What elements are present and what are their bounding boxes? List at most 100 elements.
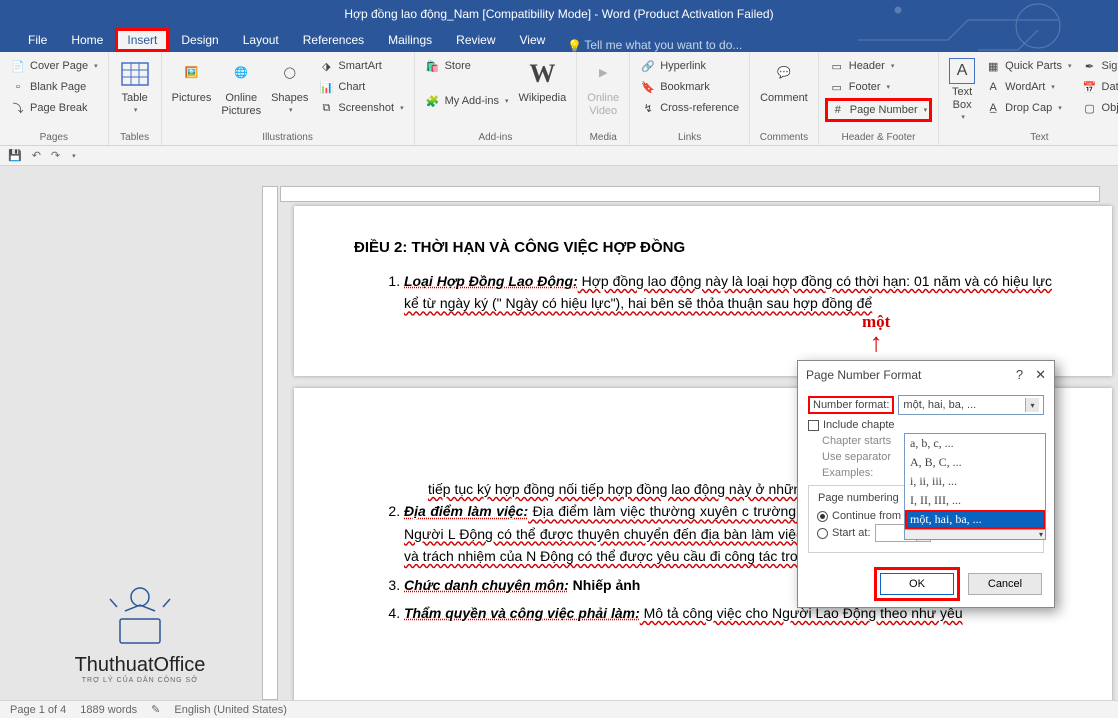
- textbox-icon: A: [949, 58, 975, 84]
- wordart-icon: A: [985, 79, 1001, 95]
- group-label-comments: Comments: [756, 130, 812, 145]
- format-option[interactable]: I, II, III, ...: [905, 491, 1045, 510]
- tab-view[interactable]: View: [508, 28, 558, 52]
- quick-parts-button[interactable]: ▦Quick Parts▾: [981, 56, 1075, 76]
- ribbon: 📄Cover Page▾ ▫Blank Page ⤵Page Break Pag…: [0, 52, 1118, 146]
- number-format-select[interactable]: một, hai, ba, ... ▾: [898, 395, 1044, 415]
- page-number-button[interactable]: #Page Number▾: [825, 98, 932, 122]
- comment-button[interactable]: 💬Comment: [756, 56, 812, 107]
- blank-page-icon: ▫: [10, 79, 26, 95]
- group-label-addins: Add-ins: [421, 130, 571, 145]
- wikipedia-button[interactable]: WWikipedia: [515, 56, 571, 107]
- include-chapter-checkbox[interactable]: [808, 420, 819, 431]
- table-icon: [119, 58, 151, 90]
- tab-insert[interactable]: Insert: [115, 28, 169, 52]
- tell-me-search[interactable]: 💡 Tell me what you want to do...: [567, 38, 742, 52]
- group-label-tables: Tables: [115, 130, 155, 145]
- tab-layout[interactable]: Layout: [231, 28, 291, 52]
- group-pages: 📄Cover Page▾ ▫Blank Page ⤵Page Break Pag…: [0, 52, 109, 145]
- bookmark-button[interactable]: 🔖Bookmark: [636, 77, 743, 97]
- smartart-button[interactable]: ⬗SmartArt: [314, 56, 407, 76]
- redo-icon[interactable]: ↷: [51, 149, 60, 162]
- cover-page-button[interactable]: 📄Cover Page▾: [6, 56, 102, 76]
- table-button[interactable]: Table▾: [115, 56, 155, 118]
- shapes-button[interactable]: ◯Shapes▾: [267, 56, 312, 118]
- page-number-format-dialog: Page Number Format ? ✕ Number format: mộ…: [797, 360, 1055, 608]
- status-bar: Page 1 of 4 1889 words ✎ English (United…: [0, 700, 1118, 718]
- tab-home[interactable]: Home: [59, 28, 115, 52]
- online-pictures-button[interactable]: 🌐Online Pictures: [217, 56, 265, 120]
- wordart-button[interactable]: AWordArt▾: [981, 77, 1075, 97]
- tab-mailings[interactable]: Mailings: [376, 28, 444, 52]
- online-pictures-icon: 🌐: [225, 58, 257, 90]
- group-media: ▶Online Video Media: [577, 52, 630, 145]
- object-button[interactable]: ▢Obje: [1078, 98, 1118, 118]
- text-box-button[interactable]: AText Box▾: [945, 56, 979, 125]
- group-header-footer: ▭Header▾ ▭Footer▾ #Page Number▾ Header &…: [819, 52, 939, 145]
- addins-icon: 🧩: [425, 93, 441, 109]
- page-break-button[interactable]: ⤵Page Break: [6, 98, 102, 118]
- date-time-button[interactable]: 📅Date: [1078, 77, 1118, 97]
- blank-page-button[interactable]: ▫Blank Page: [6, 77, 102, 97]
- cancel-button[interactable]: Cancel: [968, 573, 1042, 595]
- radio-icon: [817, 511, 828, 522]
- footer-button[interactable]: ▭Footer▾: [825, 77, 932, 97]
- chart-button[interactable]: 📊Chart: [314, 77, 407, 97]
- drop-cap-button[interactable]: A̲Drop Cap▾: [981, 98, 1075, 118]
- dialog-title-bar[interactable]: Page Number Format ? ✕: [798, 361, 1054, 389]
- tab-file[interactable]: File: [16, 28, 59, 52]
- group-label-illustrations: Illustrations: [168, 130, 408, 145]
- chevron-down-icon[interactable]: ▾: [1025, 398, 1039, 412]
- cross-reference-button[interactable]: ↯Cross-reference: [636, 98, 743, 118]
- chevron-down-icon[interactable]: ▾: [905, 529, 1045, 539]
- chart-icon: 📊: [318, 79, 334, 95]
- group-label-links: Links: [636, 130, 743, 145]
- help-icon[interactable]: ?: [1016, 367, 1023, 383]
- store-button[interactable]: 🛍️Store: [421, 56, 513, 76]
- group-illustrations: 🖼️Pictures 🌐Online Pictures ◯Shapes▾ ⬗Sm…: [162, 52, 415, 145]
- group-label-text: Text: [945, 130, 1118, 145]
- document-page-1[interactable]: ĐIỀU 2: THỜI HẠN VÀ CÔNG VIỆC HỢP ĐỒNG L…: [294, 206, 1112, 376]
- group-comments: 💬Comment Comments: [750, 52, 819, 145]
- qa-more-icon[interactable]: ▾: [72, 152, 76, 160]
- comment-icon: 💬: [768, 58, 800, 90]
- my-addins-button[interactable]: 🧩My Add-ins▾: [421, 91, 513, 111]
- save-icon[interactable]: 💾: [8, 149, 22, 162]
- tab-review[interactable]: Review: [444, 28, 507, 52]
- dropcap-icon: A̲: [985, 100, 1001, 116]
- status-page[interactable]: Page 1 of 4: [10, 704, 66, 716]
- signature-icon: ✒: [1082, 58, 1098, 74]
- hyperlink-button[interactable]: 🔗Hyperlink: [636, 56, 743, 76]
- undo-icon[interactable]: ↶: [32, 149, 41, 162]
- smartart-icon: ⬗: [318, 58, 334, 74]
- vertical-ruler[interactable]: [262, 186, 278, 700]
- format-option[interactable]: A, B, C, ...: [905, 453, 1045, 472]
- status-language[interactable]: English (United States): [174, 704, 287, 716]
- horizontal-ruler[interactable]: [280, 186, 1100, 202]
- close-icon[interactable]: ✕: [1035, 367, 1046, 383]
- tab-references[interactable]: References: [291, 28, 376, 52]
- datetime-icon: 📅: [1082, 79, 1098, 95]
- screenshot-button[interactable]: ⧉Screenshot▾: [314, 98, 407, 118]
- screenshot-icon: ⧉: [318, 100, 334, 116]
- wikipedia-icon: W: [526, 58, 558, 90]
- tell-me-label: Tell me what you want to do...: [584, 38, 742, 52]
- ok-button[interactable]: OK: [880, 573, 954, 595]
- hyperlink-icon: 🔗: [640, 58, 656, 74]
- signature-line-button[interactable]: ✒Signa: [1078, 56, 1118, 76]
- header-button[interactable]: ▭Header▾: [825, 56, 932, 76]
- dialog-title: Page Number Format: [806, 368, 921, 382]
- status-words[interactable]: 1889 words: [80, 704, 137, 716]
- page-number-icon: #: [830, 102, 846, 118]
- object-icon: ▢: [1082, 100, 1098, 116]
- format-option[interactable]: i, ii, iii, ...: [905, 472, 1045, 491]
- tab-design[interactable]: Design: [169, 28, 230, 52]
- format-option[interactable]: a, b, c, ...: [905, 434, 1045, 453]
- crossref-icon: ↯: [640, 100, 656, 116]
- bookmark-icon: 🔖: [640, 79, 656, 95]
- ribbon-tabs: File Home Insert Design Layout Reference…: [0, 28, 1118, 52]
- format-option-selected[interactable]: một, hai, ba, ...: [905, 510, 1045, 529]
- window-title: Hợp đồng lao động_Nam [Compatibility Mod…: [344, 7, 773, 21]
- pictures-button[interactable]: 🖼️Pictures: [168, 56, 216, 107]
- proofing-icon[interactable]: ✎: [151, 703, 160, 716]
